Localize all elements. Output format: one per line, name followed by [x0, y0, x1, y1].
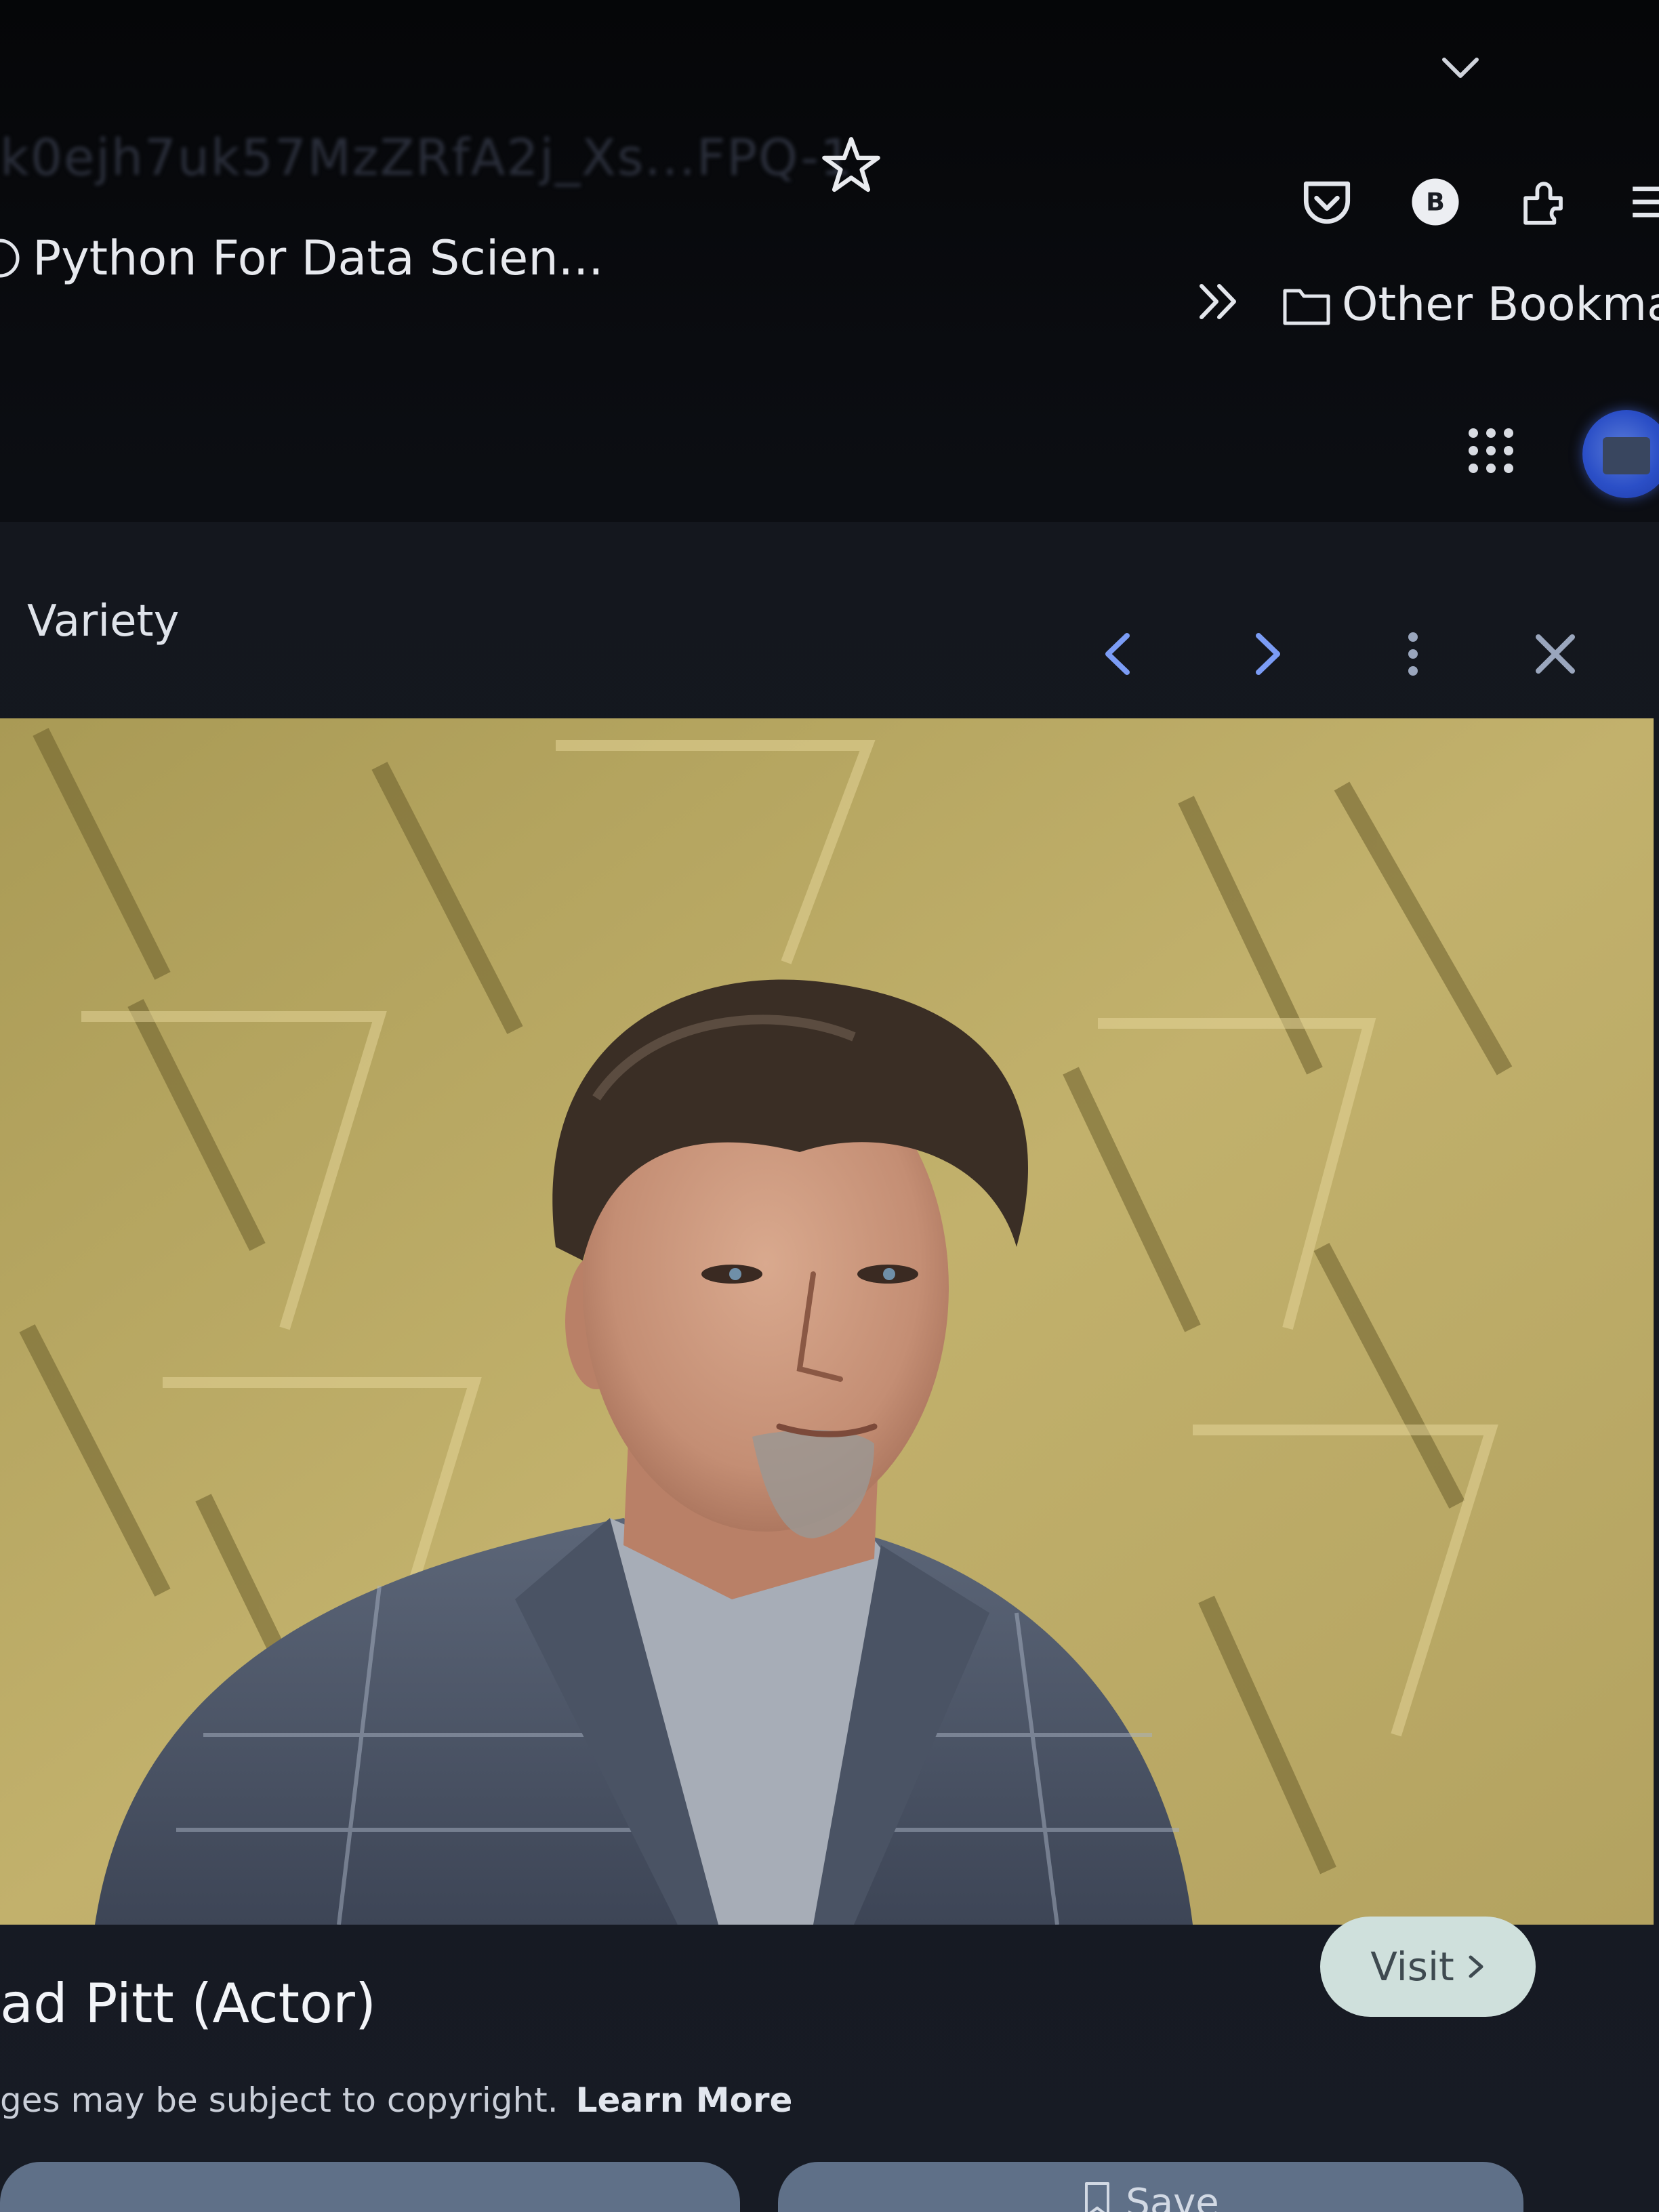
bookmark-icon [1085, 2182, 1110, 2212]
globe-icon [0, 239, 20, 278]
close-icon[interactable] [1525, 623, 1586, 684]
visit-label: Visit [1370, 1944, 1454, 1990]
share-button[interactable] [0, 2162, 740, 2212]
other-bookmarks[interactable]: Other Bookmark [1281, 278, 1659, 331]
bookmark-python[interactable]: Python For Data Scien... [0, 230, 603, 286]
chevron-left-icon[interactable] [1088, 623, 1149, 684]
avatar[interactable] [1582, 410, 1659, 498]
save-button[interactable]: Save [778, 2162, 1523, 2212]
bookmark-label: Python For Data Scien... [33, 230, 604, 286]
save-label: Save [1126, 2181, 1219, 2212]
chevron-right-icon[interactable] [1237, 623, 1298, 684]
preview-photo [0, 718, 1654, 1925]
source-label[interactable]: Variety [27, 596, 179, 647]
pocket-icon[interactable] [1294, 169, 1359, 234]
profile-b-icon[interactable]: B [1403, 169, 1468, 234]
double-chevron-icon[interactable] [1189, 271, 1250, 332]
svg-text:B: B [1426, 187, 1445, 216]
more-vert-icon[interactable] [1382, 623, 1443, 684]
extensions-icon[interactable] [1511, 169, 1576, 234]
menu-icon[interactable] [1620, 169, 1659, 234]
result-title[interactable]: ad Pitt (Actor) [0, 1972, 376, 2035]
url-text[interactable]: k0ejh7uk57MzZRfA2j_Xs...FPQ-1 [0, 129, 853, 187]
chevron-down-icon[interactable] [1433, 41, 1488, 95]
folder-icon [1283, 289, 1330, 325]
learn-more-link[interactable]: Learn More [576, 2081, 793, 2120]
other-bookmarks-label: Other Bookmark [1342, 278, 1659, 331]
preview-image[interactable] [0, 718, 1654, 1925]
copyright-notice: ges may be subject to copyright. Learn M… [0, 2081, 792, 2120]
browser-window: k0ejh7uk57MzZRfA2j_Xs...FPQ-1 B Python F… [0, 0, 1659, 2212]
star-icon[interactable] [820, 134, 882, 197]
visit-button[interactable]: Visit [1320, 1917, 1536, 2017]
apps-grid-icon[interactable] [1464, 424, 1518, 478]
image-viewer-panel: Variety ad Pitt (Actor) Visit ges may be… [0, 522, 1659, 2212]
chevron-right-icon [1469, 1955, 1483, 1978]
copyright-text: ges may be subject to copyright. [0, 2081, 558, 2120]
avatar-picture [1603, 437, 1650, 474]
